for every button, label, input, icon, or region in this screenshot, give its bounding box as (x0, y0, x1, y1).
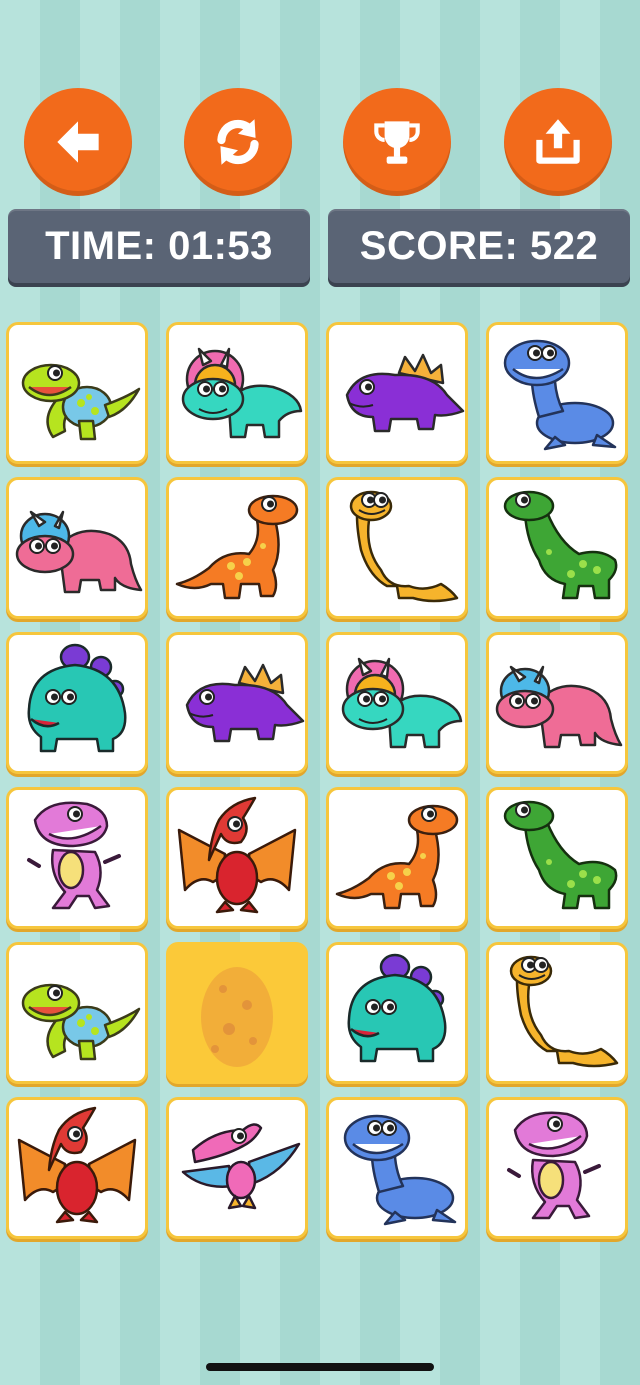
cyan-triceratops-icon (341, 657, 463, 749)
cyan-triceratops-icon (181, 347, 303, 439)
purple-stegosaurus-icon (345, 353, 465, 433)
card-pink-trex[interactable] (6, 787, 148, 929)
lime-spotted-dino-icon (21, 363, 141, 441)
yellow-brontosaurus-icon (349, 490, 459, 603)
pink-pterodactyl-icon (181, 1123, 301, 1210)
lime-spotted-dino-icon (21, 983, 141, 1061)
trophy-icon (374, 121, 420, 164)
share-button[interactable] (504, 88, 612, 196)
card-teal-stegosaurus[interactable] (6, 632, 148, 774)
card-purple-stegosaurus[interactable] (166, 632, 308, 774)
card-pink-triceratops[interactable] (486, 632, 628, 774)
teal-stegosaurus-icon (27, 643, 127, 753)
card-red-pterodactyl[interactable] (166, 787, 308, 929)
leaderboard-button[interactable] (343, 88, 451, 196)
green-brontosaurus-icon (503, 800, 618, 910)
purple-stegosaurus-icon (185, 663, 305, 743)
card-green-brontosaurus[interactable] (486, 787, 628, 929)
pink-trex-icon (27, 801, 121, 910)
card-yellow-brontosaurus[interactable] (326, 477, 468, 619)
card-pink-pterodactyl[interactable] (166, 1097, 308, 1239)
card-pink-triceratops[interactable] (6, 477, 148, 619)
refresh-icon (217, 119, 259, 165)
orange-brontosaurus-icon (335, 804, 459, 910)
back-button[interactable] (24, 88, 132, 196)
hidden-egg-icon (201, 967, 273, 1067)
card-blue-plesiosaur[interactable] (486, 322, 628, 464)
orange-brontosaurus-icon (175, 494, 299, 600)
card-green-brontosaurus[interactable] (486, 477, 628, 619)
card-red-pterodactyl[interactable] (6, 1097, 148, 1239)
teal-stegosaurus-icon (347, 953, 447, 1063)
card-yellow-brontosaurus[interactable] (486, 942, 628, 1084)
blue-plesiosaur-icon (343, 1114, 457, 1226)
green-brontosaurus-icon (503, 490, 618, 600)
card-lime-spotted-dino[interactable] (6, 322, 148, 464)
card-orange-brontosaurus[interactable] (166, 477, 308, 619)
time-display: TIME: 01:53 (8, 209, 310, 283)
card-pink-trex[interactable] (486, 1097, 628, 1239)
red-pterodactyl-icon (177, 796, 297, 914)
card-purple-stegosaurus[interactable] (326, 322, 468, 464)
home-indicator (206, 1363, 434, 1371)
restart-button[interactable] (184, 88, 292, 196)
pink-trex-icon (507, 1111, 601, 1220)
red-pterodactyl-icon (17, 1106, 137, 1224)
blue-plesiosaur-icon (503, 339, 617, 451)
card-face-down[interactable] (166, 942, 308, 1084)
card-cyan-triceratops[interactable] (326, 632, 468, 774)
card-lime-spotted-dino[interactable] (6, 942, 148, 1084)
card-teal-stegosaurus[interactable] (326, 942, 468, 1084)
pink-triceratops-icon (15, 510, 143, 594)
share-icon (536, 119, 580, 164)
card-orange-brontosaurus[interactable] (326, 787, 468, 929)
arrow-left-icon (57, 121, 99, 163)
yellow-brontosaurus-icon (509, 955, 619, 1068)
pink-triceratops-icon (495, 665, 623, 749)
card-cyan-triceratops[interactable] (166, 322, 308, 464)
score-display: SCORE: 522 (328, 209, 630, 283)
card-blue-plesiosaur[interactable] (326, 1097, 468, 1239)
